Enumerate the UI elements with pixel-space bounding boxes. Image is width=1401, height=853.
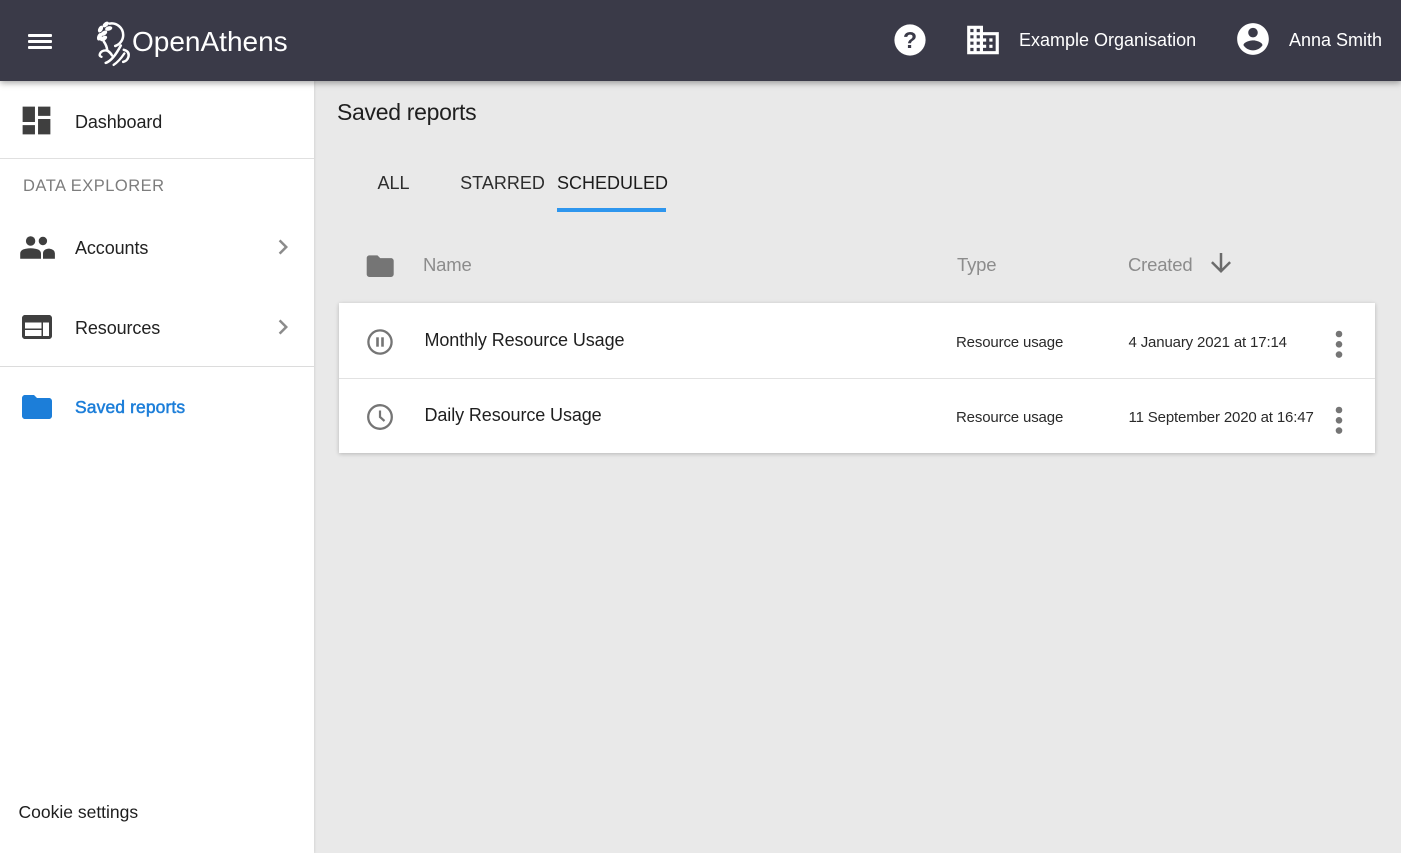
svg-text:?: ?: [903, 27, 917, 53]
